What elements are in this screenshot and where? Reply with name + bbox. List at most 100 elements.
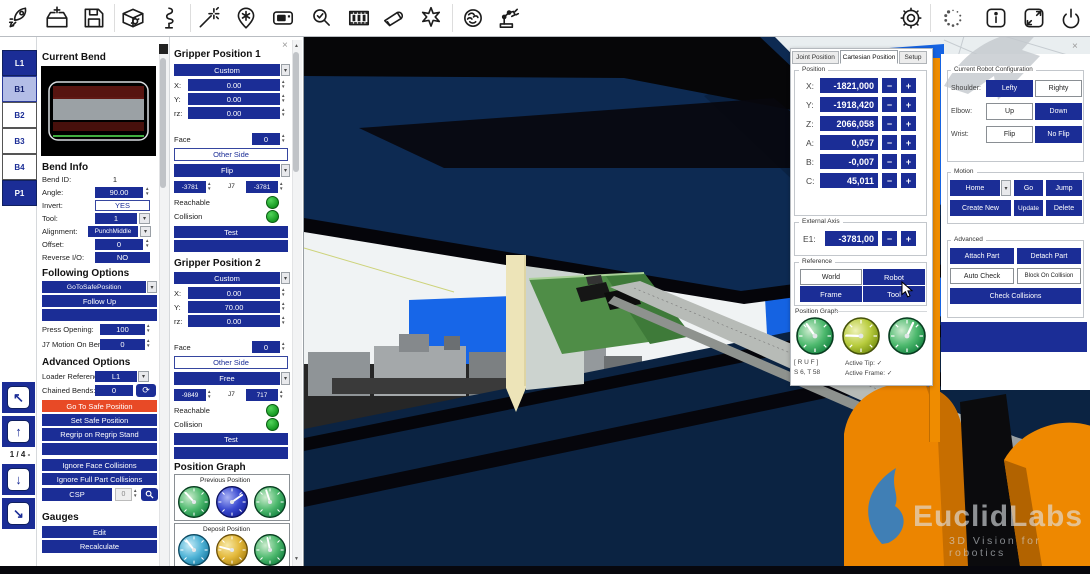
reference-frame-button[interactable]: Frame <box>800 286 862 302</box>
magic-wand-icon[interactable] <box>194 3 224 33</box>
save-icon[interactable] <box>79 3 109 33</box>
set-safe-position-button[interactable]: Set Safe Position <box>42 414 157 426</box>
x-plus-button[interactable]: + <box>901 78 916 93</box>
g1-j7-right-input[interactable]: -3781 <box>246 181 278 193</box>
c-axis-input[interactable]: 45,011 <box>820 173 878 188</box>
csp-search-button[interactable] <box>141 488 158 501</box>
offset-stepper[interactable]: ▲▼ <box>145 238 149 248</box>
shoulder-righty-button[interactable]: Righty <box>1035 80 1082 97</box>
tool-dropdown-icon[interactable]: ▾ <box>139 213 150 224</box>
b-axis-input[interactable]: -0,007 <box>820 154 878 169</box>
press-opening-stepper[interactable]: ▲▼ <box>146 323 150 333</box>
chained-bends-input[interactable]: 0 <box>95 385 133 396</box>
spotlight-icon[interactable] <box>379 3 409 33</box>
brain-icon[interactable] <box>458 3 488 33</box>
nav-first-button[interactable]: ↖ <box>2 382 35 413</box>
a-plus-button[interactable]: + <box>901 135 916 150</box>
y-axis-input[interactable]: -1918,420 <box>820 97 878 112</box>
g1-j7-left-input[interactable]: -3781 <box>174 181 206 193</box>
following-mode-dropdown-icon[interactable]: ▾ <box>147 281 157 293</box>
g2-face-stepper[interactable]: ▲▼ <box>281 341 285 351</box>
a-axis-input[interactable]: 0,057 <box>820 135 878 150</box>
tab-cartesian-position[interactable]: Cartesian Position <box>840 50 898 64</box>
wrist-noflip-button[interactable]: No Flip <box>1035 126 1082 143</box>
x-axis-input[interactable]: -1821,000 <box>820 78 878 93</box>
g1-j7-left-stepper[interactable]: ▲▼ <box>207 181 211 191</box>
y-minus-button[interactable]: − <box>882 97 897 112</box>
auto-check-button[interactable]: Auto Check <box>950 268 1014 284</box>
edit-button[interactable]: Edit <box>42 526 157 538</box>
gripper1-mode-dropdown-icon[interactable]: ▾ <box>281 64 290 76</box>
g2-rz-input[interactable]: 0.00 <box>188 315 280 327</box>
nav-next-button[interactable]: ↓ <box>2 464 35 495</box>
create-new-button[interactable]: Create New <box>950 200 1011 216</box>
sidebar-item-p1[interactable]: P1 <box>2 180 37 206</box>
g1-grip-mode-select[interactable]: Flip <box>174 164 280 177</box>
location-pin-icon[interactable] <box>231 3 261 33</box>
g2-j7-right-stepper[interactable]: ▲▼ <box>279 389 283 399</box>
c-plus-button[interactable]: + <box>901 173 916 188</box>
regrip-button[interactable]: Regrip on Regrip Stand <box>42 428 157 441</box>
g2-other-side-button[interactable]: Other Side <box>174 356 288 369</box>
alignment-dropdown-icon[interactable]: ▾ <box>140 226 151 237</box>
block-on-collision-button[interactable]: Block On Collision <box>1017 268 1081 284</box>
home-dropdown-icon[interactable]: ▾ <box>1001 180 1011 196</box>
g2-test-button[interactable]: Test <box>174 433 288 445</box>
info-icon[interactable] <box>981 3 1011 33</box>
g2-x-input[interactable]: 0.00 <box>188 287 280 299</box>
ignore-face-collisions-button[interactable]: Ignore Face Collisions <box>42 459 157 471</box>
scrollbar-thumb[interactable] <box>293 52 299 172</box>
sidebar-item-b3[interactable]: B3 <box>2 128 37 154</box>
recalculate-button[interactable]: Recalculate <box>42 540 157 553</box>
g2-x-stepper[interactable]: ▲▼ <box>281 287 285 297</box>
g2-y-input[interactable]: 70.00 <box>188 301 280 313</box>
delete-button[interactable]: Delete <box>1046 200 1082 216</box>
elbow-up-button[interactable]: Up <box>986 103 1033 120</box>
check-collisions-button[interactable]: Check Collisions <box>950 288 1081 304</box>
sidebar-item-b4[interactable]: B4 <box>2 154 37 180</box>
g1-face-stepper[interactable]: ▲▼ <box>281 133 285 143</box>
camera-view-icon[interactable] <box>268 3 298 33</box>
g1-rz-stepper[interactable]: ▲▼ <box>281 107 285 117</box>
g1-rz-input[interactable]: 0.00 <box>188 107 280 119</box>
angle-stepper[interactable]: ▲▼ <box>145 186 149 196</box>
g1-x-stepper[interactable]: ▲▼ <box>281 79 285 89</box>
blank-button[interactable] <box>42 309 157 321</box>
blank-button[interactable] <box>174 447 288 459</box>
wrist-flip-button[interactable]: Flip <box>986 126 1033 143</box>
inspect-check-icon[interactable] <box>306 3 336 33</box>
e1-input[interactable]: -3781,00 <box>825 231 878 246</box>
scroll-up-icon[interactable]: ▲ <box>292 43 301 49</box>
elbow-down-button[interactable]: Down <box>1035 103 1082 120</box>
j7-motion-stepper[interactable]: ▲▼ <box>146 338 150 348</box>
reference-tool-button[interactable]: Tool <box>863 286 925 302</box>
blank-button[interactable] <box>174 240 288 252</box>
j7-motion-input[interactable]: 0 <box>100 339 145 350</box>
open-project-icon[interactable] <box>42 3 72 33</box>
g1-grip-mode-dropdown-icon[interactable]: ▾ <box>281 164 290 177</box>
gripper2-mode-dropdown-icon[interactable]: ▾ <box>281 272 290 284</box>
c-minus-button[interactable]: − <box>882 173 897 188</box>
update-button[interactable]: Update <box>1014 200 1043 216</box>
go-button[interactable]: Go <box>1014 180 1043 196</box>
g2-rz-stepper[interactable]: ▲▼ <box>281 315 285 325</box>
b-plus-button[interactable]: + <box>901 154 916 169</box>
offset-input[interactable]: 0 <box>95 239 143 250</box>
csp-button[interactable]: CSP <box>42 488 112 501</box>
sidebar-item-b2[interactable]: B2 <box>2 102 37 128</box>
nav-last-button[interactable]: ↘ <box>2 498 35 529</box>
shoulder-lefty-button[interactable]: Lefty <box>986 80 1033 97</box>
scroll-down-icon[interactable]: ▼ <box>292 556 301 562</box>
robot-cell-icon[interactable] <box>493 3 523 33</box>
tool-select[interactable]: 1 <box>95 213 137 224</box>
reference-world-button[interactable]: World <box>800 269 862 285</box>
e1-minus-button[interactable]: − <box>882 231 897 246</box>
nav-previous-button[interactable]: ↑ <box>2 416 35 447</box>
tab-joint-position[interactable]: Joint Position <box>792 51 839 64</box>
power-icon[interactable] <box>1056 3 1086 33</box>
tab-setup[interactable]: Setup <box>899 51 927 64</box>
jump-button[interactable]: Jump <box>1046 180 1082 196</box>
blank-button[interactable] <box>42 443 157 455</box>
loader-reference-select[interactable]: L1 <box>95 371 137 382</box>
go-to-safe-position-button[interactable]: Go To Safe Position <box>42 400 157 412</box>
